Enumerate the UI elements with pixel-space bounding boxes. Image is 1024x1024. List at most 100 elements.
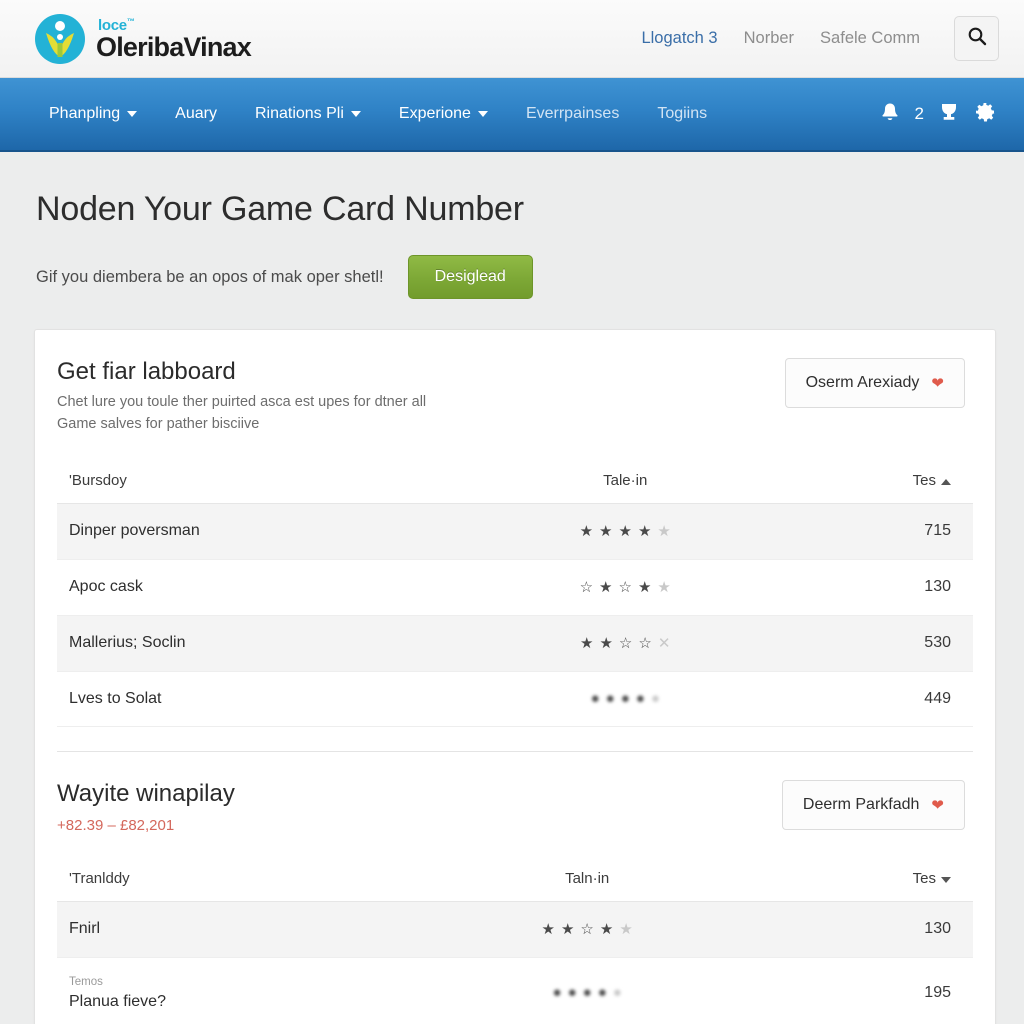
row-rating[interactable]: ★ ★ ☆ ☆ ✕ xyxy=(471,615,780,672)
nav-item-everrpainses[interactable]: Everrpainses xyxy=(507,105,638,123)
column-header-score[interactable]: Tes xyxy=(758,855,973,902)
row-score: 449 xyxy=(779,671,973,727)
nav-item-rinations-pli[interactable]: Rinations Pli xyxy=(236,105,380,123)
star-rating: ★ ★ ☆ ☆ ✕ xyxy=(580,634,671,652)
chevron-down-icon xyxy=(477,111,488,117)
star-rating: ☆ ★ ☆ ★ ★ xyxy=(579,578,671,596)
bell-icon[interactable] xyxy=(879,101,901,128)
table-row[interactable]: Apoc cask ☆ ★ ☆ ★ ★ 130 xyxy=(57,559,973,616)
row-rating[interactable]: ☆ ★ ☆ ★ ★ xyxy=(471,559,780,616)
page-header: Noden Your Game Card Number Gif you diem… xyxy=(0,152,1024,299)
page-title: Noden Your Game Card Number xyxy=(36,190,524,228)
nav-label: Togiins xyxy=(657,105,708,122)
content-panel: Get fiar labboard Chet lure you toule th… xyxy=(34,329,996,1024)
row-name: Apoc cask xyxy=(57,559,472,616)
nav-item-auary[interactable]: Auary xyxy=(156,105,236,123)
nav-actions: 2 xyxy=(879,101,1006,128)
oserm-arexiady-dropdown[interactable]: Oserm Arexiady ❤ xyxy=(784,358,965,408)
row-score: 130 xyxy=(758,901,973,958)
logo-icon xyxy=(34,13,86,65)
row-rating[interactable]: ● ● ● ● ● xyxy=(416,957,759,1024)
top-link-safele-comm[interactable]: Safele Comm xyxy=(820,29,920,48)
nav-label: Phanpling xyxy=(49,105,121,122)
dropdown-label: Deerm Parkfadh xyxy=(802,795,920,813)
row-name-text: Planua fieve? xyxy=(69,992,166,1010)
row-rating[interactable]: ★ ★ ☆ ★ ★ xyxy=(416,901,759,958)
section-description: Chet lure you toule ther puirted asca es… xyxy=(57,392,426,436)
column-header-rating[interactable]: Tale·in xyxy=(471,457,780,504)
column-header-score-label: Tes xyxy=(912,471,936,489)
top-links-group: Llogatch 3 Norber Safele Comm xyxy=(641,16,999,61)
chevron-down-icon xyxy=(127,111,138,117)
row-score: 715 xyxy=(779,503,973,560)
row-name: Dinper poversman xyxy=(57,503,472,560)
nav-item-phanpling[interactable]: Phanpling xyxy=(30,105,156,123)
table-row[interactable]: Fnirl ★ ★ ☆ ★ ★ 130 xyxy=(57,901,973,958)
column-header-score-label: Tes xyxy=(912,869,936,887)
nav-item-experione[interactable]: Experione xyxy=(380,105,507,123)
top-link-norber[interactable]: Norber xyxy=(744,29,794,48)
row-name: Mallerius; Soclin xyxy=(57,615,472,672)
desiglead-button[interactable]: Desiglead xyxy=(407,255,533,299)
row-score: 130 xyxy=(779,559,973,616)
heart-icon: ❤ xyxy=(931,796,944,814)
table-row[interactable]: Lves to Solat ● ● ● ● ● 449 xyxy=(57,671,973,727)
sort-ascending-icon xyxy=(941,478,951,485)
trademark-mark: ™ xyxy=(126,17,135,26)
column-header-name[interactable]: 'Bursdoy xyxy=(57,457,472,504)
section-description-line2: Game salves for pather bisciive xyxy=(57,415,260,432)
notification-count: 2 xyxy=(914,104,924,123)
row-sublabel: Temos xyxy=(69,975,103,988)
star-rating: ★ ★ ★ ★ ★ xyxy=(579,522,671,540)
table-row[interactable]: Temos Planua fieve? ● ● ● ● ● 195 xyxy=(57,957,973,1024)
nav-label: Rinations Pli xyxy=(254,105,344,122)
search-button[interactable] xyxy=(954,16,999,61)
chevron-down-icon xyxy=(350,111,361,117)
gear-icon[interactable] xyxy=(974,101,996,128)
leaderboard-table-body: Dinper poversman ★ ★ ★ ★ ★ 715 Apoc cask ☆ ★ ☆… xyxy=(57,503,973,727)
table-row[interactable]: Dinper poversman ★ ★ ★ ★ ★ 715 xyxy=(57,503,973,560)
deerm-parkfadh-dropdown[interactable]: Deerm Parkfadh ❤ xyxy=(781,779,965,830)
row-rating[interactable]: ★ ★ ★ ★ ★ xyxy=(471,503,780,560)
column-header-rating[interactable]: Taln·in xyxy=(416,855,759,902)
row-score: 195 xyxy=(758,957,973,1024)
nav-label: Experione xyxy=(398,105,471,122)
section-title: Wayite winapilay xyxy=(57,779,235,807)
star-rating: ● ● ● ● ● xyxy=(552,984,622,1001)
table-header-row: 'Bursdoy Tale·in Tes xyxy=(57,457,973,504)
star-rating: ● ● ● ● ● xyxy=(590,689,660,707)
table-header-row: 'Tranlddy Taln·in Tes xyxy=(57,855,973,902)
winapilay-table: 'Tranlddy Taln·in Tes Fnirl ★ ★ ☆ ★ ★ 130 Te… xyxy=(57,855,973,1024)
column-header-name[interactable]: 'Tranlddy xyxy=(57,855,417,902)
section-heading-group: Get fiar labboard Chet lure you toule th… xyxy=(57,358,426,436)
brand-logo[interactable]: loce™ OleribaVinax xyxy=(34,13,252,65)
section-header: Wayite winapilay +82.39 – £82,201 Deerm … xyxy=(57,779,973,834)
section-heading-group: Wayite winapilay +82.39 – £82,201 xyxy=(57,780,235,834)
dropdown-label: Oserm Arexiady xyxy=(805,374,920,391)
row-name: Temos Planua fieve? xyxy=(57,957,417,1024)
table-row[interactable]: Mallerius; Soclin ★ ★ ☆ ☆ ✕ 530 xyxy=(57,615,973,672)
winapilay-table-body: Fnirl ★ ★ ☆ ★ ★ 130 Temos Planua fieve? ● ● ● ● ●… xyxy=(57,901,973,1024)
section-winapilay: Wayite winapilay +82.39 – £82,201 Deerm … xyxy=(35,752,995,1024)
page-subtitle-row: Gif you diembera be an opos of mak oper … xyxy=(36,255,1024,299)
sort-descending-icon xyxy=(941,876,951,883)
row-score: 530 xyxy=(779,615,973,672)
row-name: Fnirl xyxy=(57,901,417,958)
star-rating: ★ ★ ☆ ★ ★ xyxy=(541,920,633,938)
column-header-score[interactable]: Tes xyxy=(779,457,973,504)
row-rating[interactable]: ● ● ● ● ● xyxy=(471,671,780,727)
section-title: Get fiar labboard xyxy=(57,358,236,385)
top-utility-bar: loce™ OleribaVinax Llogatch 3 Norber Saf… xyxy=(0,0,1024,78)
top-link-llogatch[interactable]: Llogatch 3 xyxy=(641,29,717,48)
heart-icon: ❤ xyxy=(931,375,944,392)
trophy-icon[interactable] xyxy=(938,101,960,128)
nav-label: Auary xyxy=(175,105,217,122)
nav-label: Everrpainses xyxy=(525,105,620,122)
section-description-line1: Chet lure you toule ther puirted asca es… xyxy=(57,394,427,410)
section-leaderboard: Get fiar labboard Chet lure you toule th… xyxy=(35,330,995,752)
section-header: Get fiar labboard Chet lure you toule th… xyxy=(57,358,973,436)
search-icon xyxy=(967,26,987,51)
leaderboard-table: 'Bursdoy Tale·in Tes Dinper poversman ★ ★… xyxy=(57,457,973,727)
row-name: Lves to Solat xyxy=(57,671,472,727)
nav-item-togiins[interactable]: Togiins xyxy=(638,105,726,123)
